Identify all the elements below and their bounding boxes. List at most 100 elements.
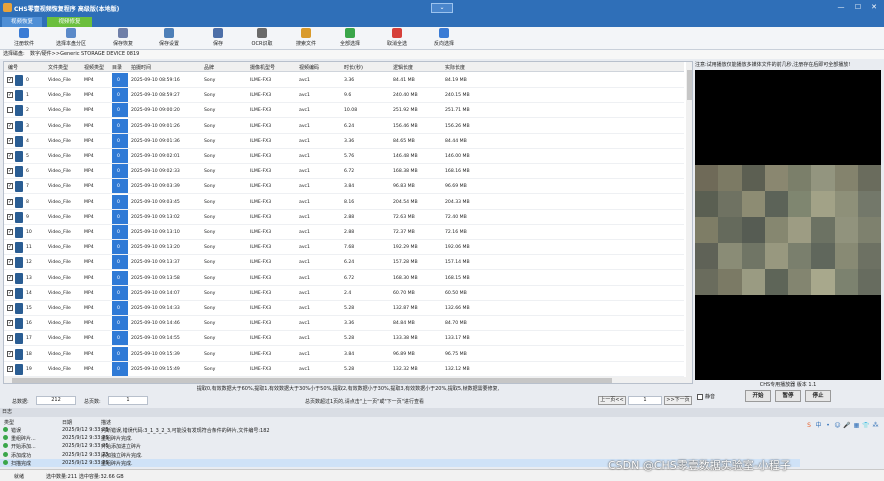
- column-header[interactable]: 逻辑长度: [393, 64, 413, 71]
- column-header[interactable]: 时长(秒): [344, 64, 363, 71]
- column-header[interactable]: 文件类型: [48, 64, 68, 71]
- pause-button[interactable]: 暂停: [775, 390, 801, 402]
- toolbar-button-4[interactable]: 保存: [199, 28, 237, 49]
- row-checkbox[interactable]: ✓: [7, 198, 13, 205]
- table-row[interactable]: ✓ 0 0 Video_File MP4 2025-09-10 08:59:16 Sony I…: [4, 73, 684, 88]
- column-header[interactable]: 编号: [8, 64, 18, 71]
- ime-tray-icon[interactable]: S: [805, 421, 813, 430]
- table-row[interactable]: ✓ 15 0 Video_File MP4 2025-09-10 09:14:33 Sony…: [4, 301, 684, 316]
- row-checkbox[interactable]: [7, 107, 13, 114]
- toolbar-button-5[interactable]: OCR识取: [243, 28, 281, 49]
- column-header[interactable]: 摄像机型号: [250, 64, 275, 71]
- prev-page-button[interactable]: 上一页<<: [598, 396, 626, 405]
- row-checkbox[interactable]: ✓: [7, 350, 13, 357]
- table-row[interactable]: ✓ 18 0 Video_File MP4 2025-09-10 09:15:39 Sony…: [4, 346, 684, 362]
- row-number: 1: [26, 93, 29, 99]
- toolbar-button-7[interactable]: 全部选择: [331, 28, 369, 49]
- scrollbar-thumb[interactable]: [12, 378, 612, 383]
- cell-logic: 168.30 MB: [393, 275, 418, 281]
- table-row[interactable]: ✓ 1 0 Video_File MP4 2025-09-10 08:59:27 Sony I…: [4, 88, 684, 104]
- tab-video-repair[interactable]: 视频修复: [47, 17, 92, 27]
- row-checkbox[interactable]: ✓: [7, 153, 13, 159]
- maximize-button[interactable]: ☐: [852, 2, 864, 13]
- toolbar-button-1[interactable]: 选择本盘分区: [52, 28, 90, 49]
- preview-block: [764, 243, 788, 269]
- row-checkbox[interactable]: ✓: [7, 92, 13, 99]
- video-file-icon: [15, 166, 23, 178]
- table-row[interactable]: ✓ 14 0 Video_File MP4 2025-09-10 09:14:07 Sony…: [4, 285, 684, 301]
- play-button[interactable]: 开始: [745, 390, 771, 402]
- table-row[interactable]: ✓ 4 0 Video_File MP4 2025-09-10 09:01:36 Sony I…: [4, 133, 684, 149]
- row-checkbox[interactable]: ✓: [7, 274, 13, 281]
- row-checkbox[interactable]: ✓: [7, 77, 13, 83]
- table-row[interactable]: ✓ 17 0 Video_File MP4 2025-09-10 09:14:55 Sony…: [4, 331, 684, 347]
- row-checkbox[interactable]: ✓: [7, 229, 13, 235]
- row-checkbox[interactable]: ✓: [7, 168, 13, 175]
- table-row[interactable]: ✓ 9 0 Video_File MP4 2025-09-10 09:13:02 Sony I…: [4, 209, 684, 225]
- row-checkbox[interactable]: ✓: [7, 259, 13, 266]
- log-desc: 判断错误,错误代码:3_1_3_2_3,可能没有发现符合条件的碎片,文件编号:1…: [101, 428, 270, 434]
- table-row[interactable]: ✓ 6 0 Video_File MP4 2025-09-10 09:02:33 Sony I…: [4, 164, 684, 180]
- row-dir-cell: 0: [112, 240, 128, 255]
- row-checkbox[interactable]: ✓: [7, 305, 13, 311]
- log-row[interactable]: 错误 2025/9/12 9:33:25 判断错误,错误代码:3_1_3_2_3,可…: [0, 426, 800, 434]
- ime-tray-icon[interactable]: 中: [815, 421, 823, 430]
- table-row[interactable]: 2 0 Video_File MP4 2025-09-10 09:00:20 Sony IL…: [4, 103, 684, 119]
- table-row[interactable]: ✓ 7 0 Video_File MP4 2025-09-10 09:03:39 Sony I…: [4, 179, 684, 195]
- toolbar-button-8[interactable]: 取消全选: [378, 28, 416, 49]
- column-header[interactable]: 视频编码: [299, 64, 319, 71]
- table-row[interactable]: ✓ 12 0 Video_File MP4 2025-09-10 09:13:37 Sony…: [4, 255, 684, 271]
- column-header[interactable]: 品牌: [204, 64, 214, 71]
- ime-tray-icon[interactable]: ⁂: [872, 421, 880, 430]
- row-checkbox[interactable]: ✓: [7, 183, 13, 190]
- column-header[interactable]: 拍摄时间: [131, 64, 151, 71]
- mute-checkbox[interactable]: 静音: [697, 393, 715, 400]
- row-checkbox[interactable]: ✓: [7, 122, 13, 129]
- table-row[interactable]: ✓ 19 0 Video_File MP4 2025-09-10 09:15:49 Sony…: [4, 361, 684, 377]
- row-checkbox[interactable]: ✓: [7, 244, 13, 251]
- column-header[interactable]: 视频类型: [84, 64, 104, 71]
- row-checkbox[interactable]: ✓: [7, 320, 13, 327]
- ime-tray-icon[interactable]: 🎤: [843, 421, 851, 430]
- row-checkbox[interactable]: ✓: [7, 289, 13, 296]
- toolbar-button-2[interactable]: 保存恢复: [104, 28, 142, 49]
- collapse-toggle-button[interactable]: ⌄: [431, 3, 453, 13]
- toolbar-button-9[interactable]: 反向选择: [425, 28, 463, 49]
- pages-label: 总页数:: [84, 399, 101, 405]
- log-row[interactable]: 重组碎片... 2025/9/12 9:33:25 重组碎片完成.: [0, 434, 800, 442]
- close-button[interactable]: ✕: [868, 2, 880, 13]
- table-horizontal-scrollbar[interactable]: [4, 377, 686, 383]
- column-header[interactable]: 目录: [112, 64, 122, 71]
- toolbar-button-0[interactable]: 注册软件: [5, 28, 43, 49]
- table-row[interactable]: ✓ 3 0 Video_File MP4 2025-09-10 09:01:26 Sony I…: [4, 118, 684, 134]
- page-number-input[interactable]: 1: [628, 396, 662, 405]
- cell-dur: 8.16: [344, 199, 355, 205]
- scrollbar-thumb[interactable]: [687, 70, 692, 100]
- toolbar-button-3[interactable]: 保存设置: [150, 28, 188, 49]
- tab-video-recovery[interactable]: 视频恢复: [2, 17, 42, 27]
- log-desc: 添加独立碎片完成.: [101, 452, 143, 459]
- row-checkbox[interactable]: ✓: [7, 137, 13, 144]
- row-dir-cell: 0: [112, 331, 128, 346]
- table-row[interactable]: ✓ 10 0 Video_File MP4 2025-09-10 09:13:10 Sony…: [4, 225, 684, 240]
- ime-tray-icon[interactable]: 👕: [862, 421, 870, 430]
- table-row[interactable]: ✓ 11 0 Video_File MP4 2025-09-10 09:13:20 Sony…: [4, 240, 684, 256]
- next-page-button[interactable]: >>下一页: [664, 396, 692, 405]
- table-vertical-scrollbar[interactable]: [686, 62, 692, 383]
- table-row[interactable]: ✓ 8 0 Video_File MP4 2025-09-10 09:03:45 Sony I…: [4, 194, 684, 210]
- ime-tray-icon[interactable]: ▦: [853, 421, 861, 430]
- row-checkbox[interactable]: ✓: [7, 335, 13, 342]
- table-row[interactable]: ✓ 5 0 Video_File MP4 2025-09-10 09:02:01 Sony I…: [4, 149, 684, 164]
- preview-block: [834, 269, 858, 295]
- table-row[interactable]: ✓ 13 0 Video_File MP4 2025-09-10 09:13:58 Sony…: [4, 270, 684, 286]
- ime-tray-icon[interactable]: ☺: [834, 421, 842, 430]
- row-checkbox[interactable]: ✓: [7, 365, 13, 372]
- table-row[interactable]: ✓ 16 0 Video_File MP4 2025-09-10 09:14:46 Sony…: [4, 316, 684, 332]
- log-row[interactable]: 开始添加... 2025/9/12 9:33:25 开始添加进立碎片: [0, 442, 800, 450]
- minimize-button[interactable]: —: [835, 2, 847, 13]
- column-header[interactable]: 实际长度: [445, 64, 465, 71]
- stop-button[interactable]: 停止: [805, 390, 831, 402]
- toolbar-button-6[interactable]: 搜索文件: [287, 28, 325, 49]
- ime-tray-icon[interactable]: •: [824, 421, 832, 430]
- row-checkbox[interactable]: ✓: [7, 213, 13, 220]
